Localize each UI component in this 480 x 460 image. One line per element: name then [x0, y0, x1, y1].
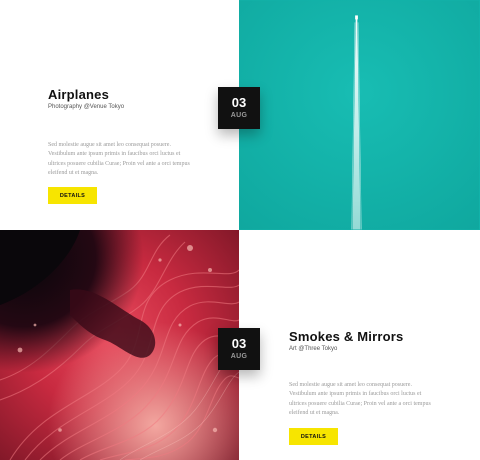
- airplane-photo: [239, 0, 480, 230]
- red-marble-image: [0, 230, 239, 460]
- airplane-contrail-image: [239, 0, 479, 230]
- post-smokes-panel: Smokes & Mirrors Art @Three Tokyo Sed mo…: [240, 230, 480, 460]
- post-title: Smokes & Mirrors: [289, 329, 404, 344]
- details-button[interactable]: DETAILS: [289, 428, 338, 445]
- date-badge: 03 AUG: [218, 328, 260, 370]
- post-title: Airplanes: [48, 87, 110, 102]
- date-day: 03: [231, 95, 247, 110]
- post-body: Sed molestie augue sit amet leo consequa…: [48, 142, 190, 176]
- date-badge: 03 AUG: [218, 87, 260, 129]
- marble-photo: [0, 230, 239, 460]
- details-button[interactable]: DETAILS: [48, 187, 97, 204]
- post-meta: Art @Three Tokyo: [289, 346, 338, 352]
- date-day: 03: [231, 336, 247, 351]
- date-month: AUG: [230, 112, 248, 119]
- date-month: AUG: [230, 353, 248, 360]
- post-meta: Photography @Venue Tokyo: [48, 104, 125, 110]
- post-airplanes-panel: Airplanes Photography @Venue Tokyo Sed m…: [0, 0, 240, 230]
- post-body: Sed molestie augue sit amet leo consequa…: [289, 382, 431, 416]
